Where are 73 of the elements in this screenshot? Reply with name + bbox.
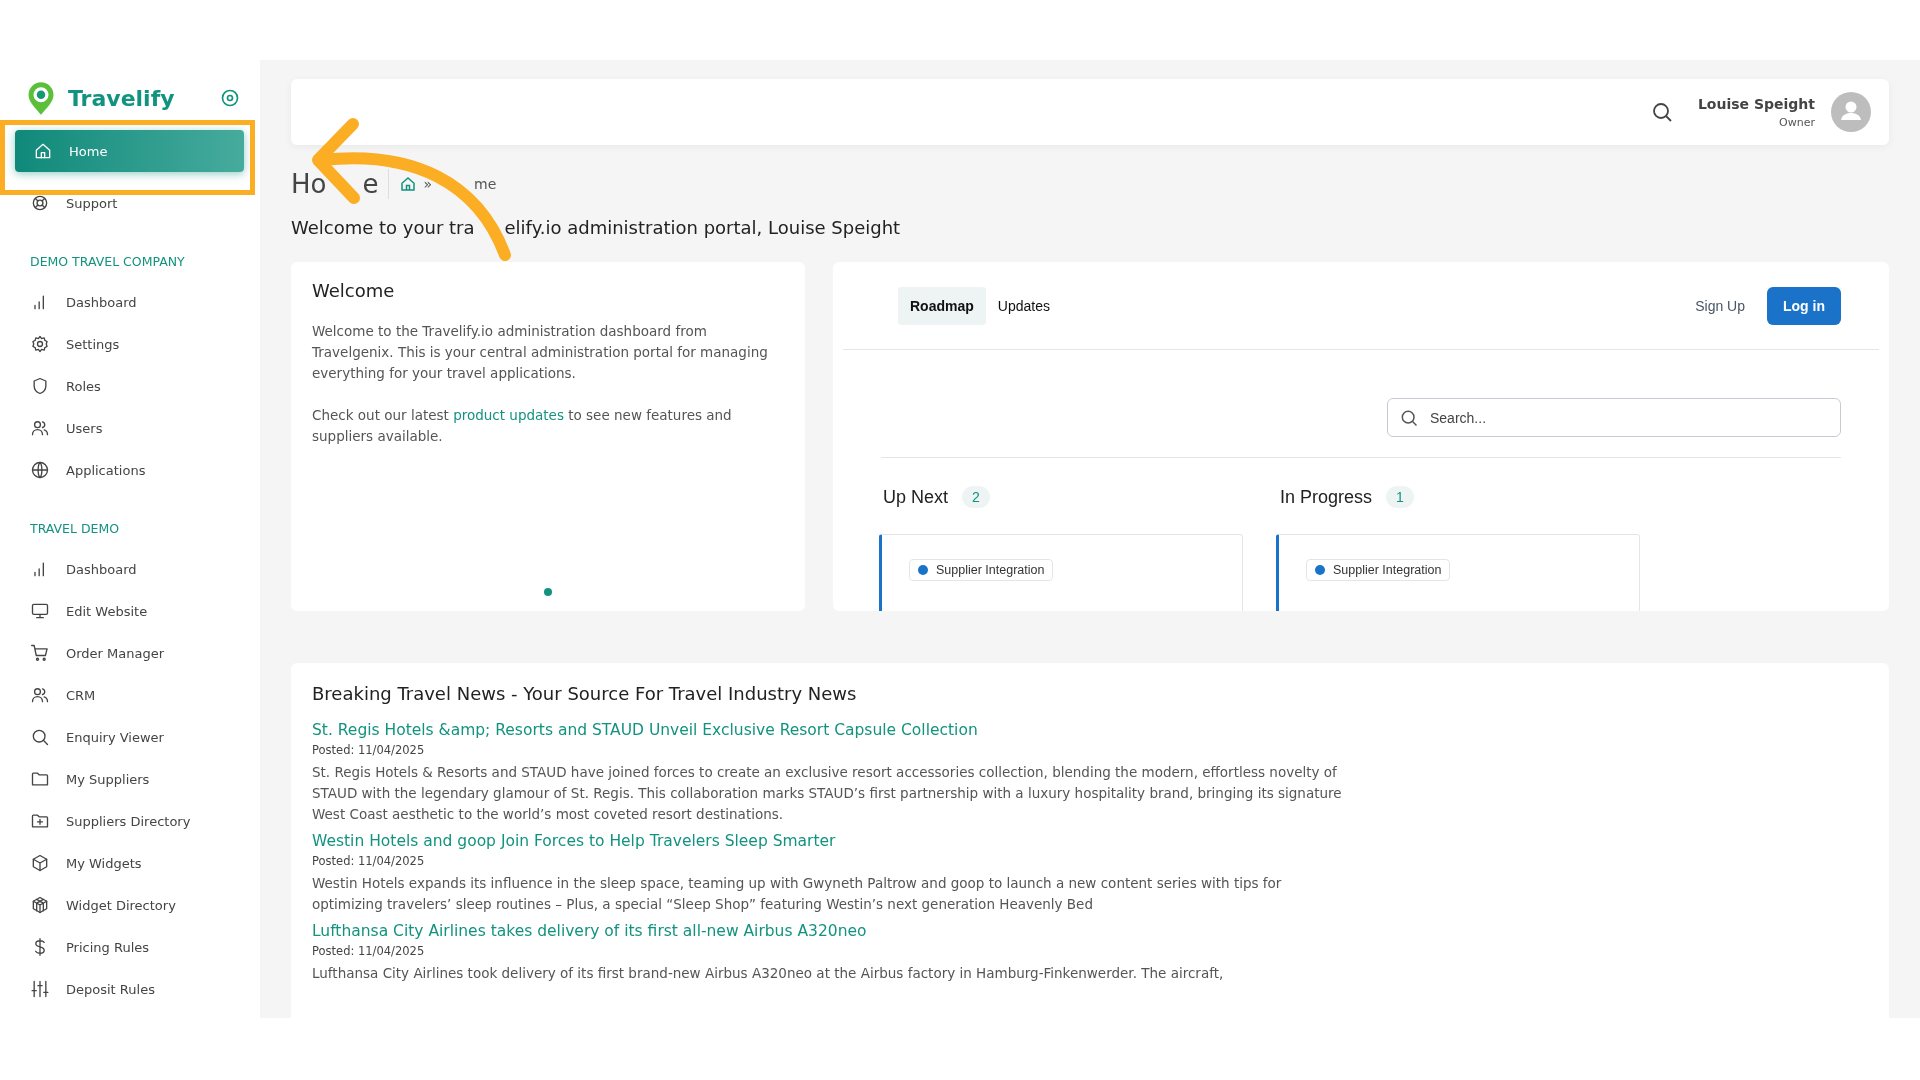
- sidebar-item[interactable]: Order Manager: [0, 632, 260, 674]
- tab[interactable]: Roadmap: [898, 286, 986, 325]
- category-tag: Supplier Integration: [1306, 559, 1451, 581]
- posted-date: Posted: 11/04/2025: [312, 854, 426, 868]
- greeting: elify.io administration portal, Louise Speight: [504, 217, 901, 238]
- search-field[interactable]: Search...: [1387, 398, 1841, 437]
- tab[interactable]: Updates: [985, 286, 1062, 325]
- target-icon[interactable]: [220, 88, 240, 108]
- sidebar-item[interactable]: Deposit Rules: [0, 968, 260, 1010]
- paragraph: Welcome to the Travelify.io administration dashboard from Travelgenix. This is your central administration portal for managing everything for your travel applications.: [312, 322, 769, 383]
- monitor-icon: [30, 601, 50, 621]
- users-icon: [30, 685, 50, 705]
- home-icon[interactable]: [399, 175, 418, 193]
- user-role: Owner: [1779, 115, 1815, 129]
- sidebar-item[interactable]: Support: [0, 182, 260, 224]
- sidebar-item[interactable]: Dashboard: [0, 548, 260, 590]
- news-summary: St. Regis Hotels & Resorts and STAUD have joined forces to create an exclusive resort accessories collection, blending the modern, effortless novelty of STAUD with the legendary glamour of St. Regis. This collaboration marks STAUD’s first partnership with a luxury hospitality brand, bringing its signature West Coast aesthetic to the world’s most coveted resort destinations.: [312, 763, 1343, 824]
- sidebar-item[interactable]: Users: [0, 407, 260, 449]
- news-summary: Westin Hotels expands its influence in the sleep space, teaming up with Gwyneth Paltrow and goop to launch a new content series with tips for optimizing travelers’ sleep routines – Plus, a special “Sleep Shop” featuring Westin’s next generation Heavenly Bed: [312, 874, 1283, 914]
- cube-icon: [30, 853, 50, 873]
- paragraph: Check out our latest product updates to see new features and suppliers available.: [312, 406, 733, 446]
- sidebar-item[interactable]: Suppliers Directory: [0, 800, 260, 842]
- globe-icon: [30, 460, 50, 480]
- lifebuoy-icon: [30, 193, 50, 213]
- count-badge: 1: [1386, 486, 1414, 508]
- news-headline-link[interactable]: Westin Hotels and goop Join Forces to Help Travelers Sleep Smarter: [312, 832, 836, 850]
- card-title: Welcome: [312, 280, 396, 301]
- news-summary: Lufthansa City Airlines took delivery of its first brand-new Airbus A320neo at the Airbus factory in Hamburg-Finkenwerder. The aircraft,: [312, 964, 1225, 983]
- settings-icon: [30, 334, 50, 354]
- roadmap-card-item[interactable]: Supplier Integration: [1276, 534, 1640, 611]
- user-name: Louise Speight: [1697, 95, 1815, 112]
- search-icon: [30, 727, 50, 747]
- card-title: Breaking Travel News - Your Source For Travel Industry News: [312, 683, 858, 704]
- sidebar-item[interactable]: Home: [15, 130, 244, 172]
- sidebar-item[interactable]: Applications: [0, 449, 260, 491]
- brand-name: Travelify: [68, 85, 176, 111]
- section-heading: TRAVEL DEMO: [29, 520, 121, 538]
- users-icon: [30, 418, 50, 438]
- sidebar-item[interactable]: Widget Directory: [0, 884, 260, 926]
- breadcrumb-separator: »: [423, 176, 433, 192]
- sidebar-item[interactable]: Pricing Rules: [0, 926, 260, 968]
- sidebar-item[interactable]: CRM: [0, 674, 260, 716]
- column-title: In Progress: [1280, 486, 1373, 508]
- sidebar-item[interactable]: My Suppliers: [0, 758, 260, 800]
- category-tag: Supplier Integration: [909, 559, 1054, 581]
- log-in-button[interactable]: Log in: [1767, 286, 1841, 325]
- section-heading: DEMO TRAVEL COMPANY: [29, 253, 186, 271]
- breadcrumb-item[interactable]: me: [474, 176, 497, 192]
- sidebar-item[interactable]: Dashboard: [0, 281, 260, 323]
- carousel-dot[interactable]: [544, 588, 552, 596]
- home-icon: [33, 141, 53, 161]
- greeting: Welcome to your tra: [291, 217, 475, 238]
- sidebar-item[interactable]: Roles: [0, 365, 260, 407]
- posted-date: Posted: 11/04/2025: [312, 743, 426, 757]
- roadmap-card-item[interactable]: Supplier Integration: [879, 534, 1243, 611]
- sidebar-item[interactable]: My Widgets: [0, 842, 260, 884]
- posted-date: Posted: 11/04/2025: [312, 944, 426, 958]
- page-title: e: [362, 169, 379, 199]
- sidebar-item[interactable]: Edit Website: [0, 590, 260, 632]
- sliders-icon: [30, 979, 50, 999]
- count-badge: 2: [962, 486, 990, 508]
- product-updates-link[interactable]: product updates: [453, 407, 564, 423]
- sidebar-item[interactable]: Settings: [0, 323, 260, 365]
- map-pin-logo-icon: [26, 80, 56, 116]
- sidebar-item[interactable]: Enquiry Viewer: [0, 716, 260, 758]
- boxes-icon: [30, 895, 50, 915]
- news-headline-link[interactable]: Lufthansa City Airlines takes delivery of its first all-new Airbus A320neo: [312, 922, 867, 940]
- page-title: Ho: [291, 169, 327, 199]
- news-headline-link[interactable]: St. Regis Hotels &amp; Resorts and STAUD Unveil Exclusive Resort Capsule Collection: [312, 721, 978, 739]
- column-title: Up Next: [883, 486, 949, 508]
- sign-up-link[interactable]: Sign Up: [1695, 297, 1745, 314]
- cart-icon: [30, 643, 50, 663]
- search-icon: [1399, 408, 1419, 428]
